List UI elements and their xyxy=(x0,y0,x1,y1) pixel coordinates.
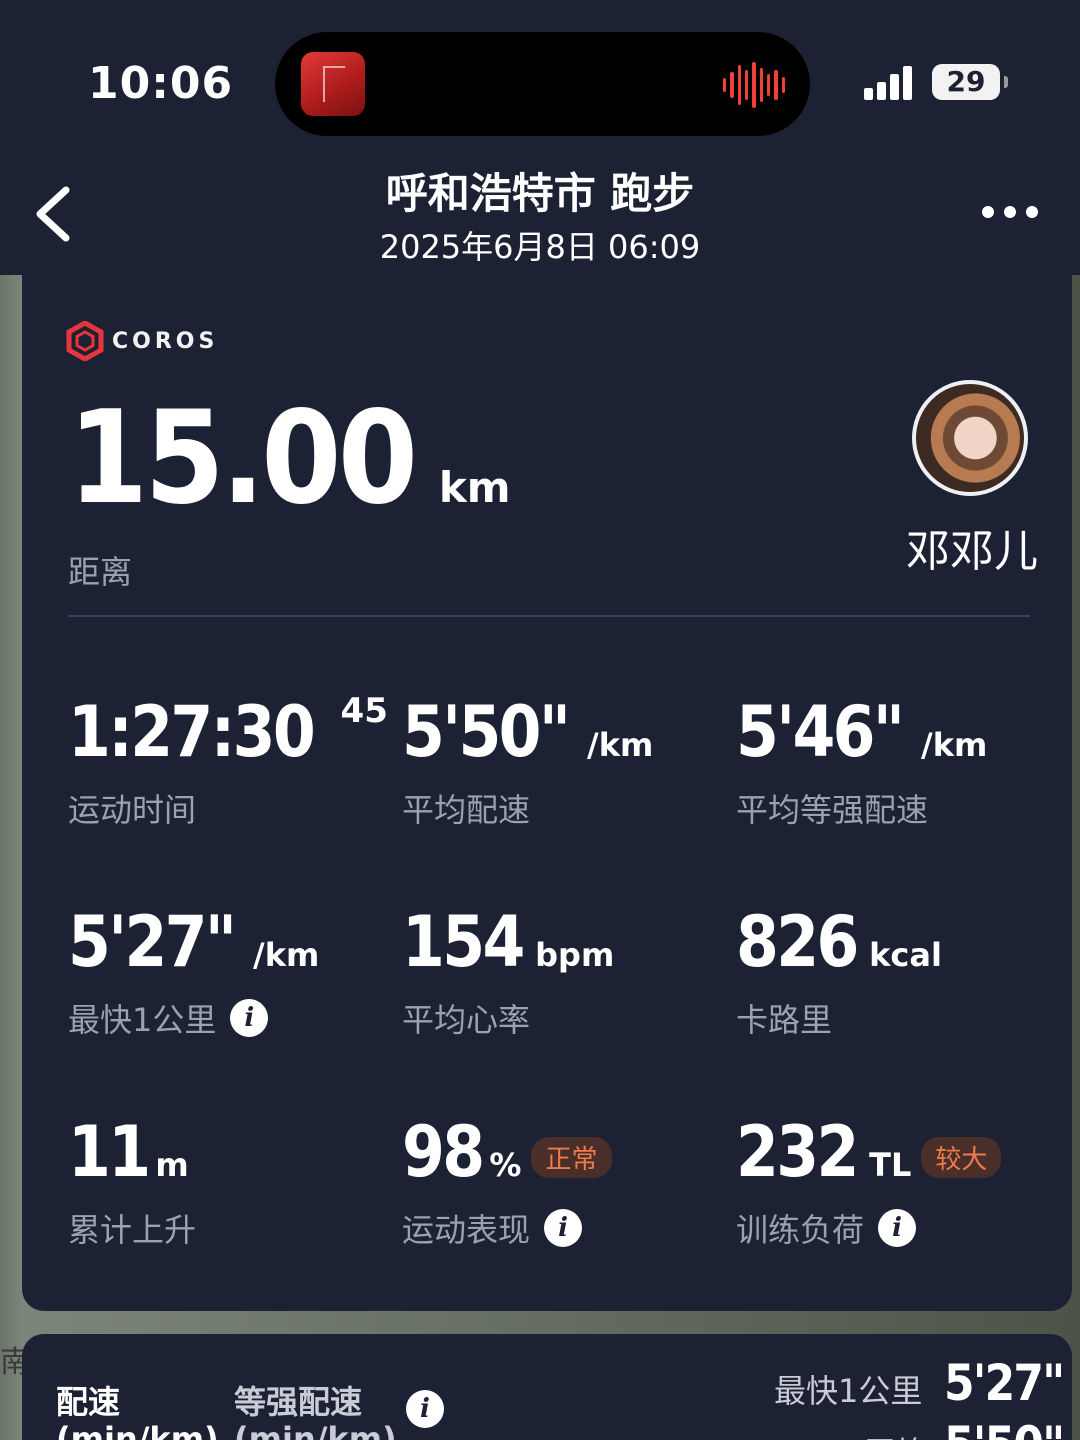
nav-bar: 呼和浩特市 跑步 2025年6月8日 06:09 xyxy=(0,150,1080,275)
distance-label: 距离 xyxy=(68,553,133,591)
brand-name: COROS xyxy=(112,328,219,354)
metric-label: 平均等强配速 xyxy=(736,791,929,829)
activity-datetime: 2025年6月8日 06:09 xyxy=(379,228,701,266)
brand-logo: COROS xyxy=(66,321,218,361)
status-badge: 正常 xyxy=(531,1137,612,1178)
metric-unit: /km xyxy=(921,726,988,764)
screen: 南 10:06 29 呼和浩特市 跑步 2025年6月8日 06:09 CORO… xyxy=(0,0,1080,1440)
metric-label: 累计上升 xyxy=(68,1211,197,1249)
status-badge: 较大 xyxy=(921,1137,1002,1178)
fastest-km-label: 最快1公里 xyxy=(774,1372,923,1410)
now-playing-artwork[interactable] xyxy=(301,52,365,116)
metric-label: 平均心率 xyxy=(402,1001,531,1039)
metric-value: 154 xyxy=(402,901,525,983)
distance-unit: km xyxy=(438,463,511,512)
metric-value: 11 xyxy=(68,1111,151,1193)
metric-duration: 1:27:30 45 运动时间 xyxy=(68,691,388,831)
activity-summary-card: COROS 15.00 km 距离 邓邓儿 1:27:30 45 运动时间 5'… xyxy=(22,275,1072,1311)
metric-avg-pace: 5'50" /km 平均配速 xyxy=(402,697,653,831)
info-icon[interactable]: i xyxy=(406,1390,444,1428)
info-icon[interactable]: i xyxy=(230,999,269,1037)
info-icon[interactable]: i xyxy=(544,1209,583,1247)
divider xyxy=(68,615,1030,617)
metric-fastest-km: 5'27" /km 最快1公里 i xyxy=(68,907,319,1041)
grade-adjusted-pace-legend[interactable]: 等强配速 (min/km) xyxy=(234,1384,397,1440)
metric-unit: m xyxy=(155,1146,189,1184)
metric-value: 232 xyxy=(736,1111,859,1193)
metric-value: 5'27" xyxy=(68,901,237,983)
coros-logo-icon xyxy=(66,321,104,361)
metric-calories: 826 kcal 卡路里 xyxy=(736,907,942,1041)
metric-label: 卡路里 xyxy=(736,1001,833,1039)
average-pace-value: 5'50" xyxy=(944,1416,1065,1440)
metric-elevation-gain: 11 m 累计上升 xyxy=(68,1117,196,1251)
metric-training-load: 232 TL 较大 训练负荷 i xyxy=(736,1111,1002,1251)
metric-label: 训练负荷 xyxy=(736,1211,865,1249)
avatar[interactable] xyxy=(912,380,1028,496)
cellular-signal-icon xyxy=(864,66,916,100)
info-icon[interactable]: i xyxy=(878,1209,917,1247)
metric-label: 运动表现 xyxy=(402,1211,531,1249)
metric-unit: /km xyxy=(253,936,320,974)
metric-unit: bpm xyxy=(535,936,615,974)
metric-avg-heart-rate: 154 bpm 平均心率 xyxy=(402,907,614,1041)
distance-value-row: 15.00 km xyxy=(68,395,511,523)
status-time: 10:06 xyxy=(88,58,234,109)
audio-waveform-icon xyxy=(723,62,785,108)
metric-avg-grade-adjusted-pace: 5'46" /km 平均等强配速 xyxy=(736,697,987,831)
metric-unit: % xyxy=(489,1146,522,1184)
grade-adjusted-pace-unit: (min/km) xyxy=(234,1419,397,1440)
dynamic-island[interactable] xyxy=(275,32,810,136)
metric-value: 826 xyxy=(736,901,859,983)
username: 邓邓儿 xyxy=(906,526,1038,577)
metric-unit: /km xyxy=(587,726,654,764)
grade-adjusted-pace-label: 等强配速 xyxy=(234,1383,363,1421)
metric-value: 1:27:30 xyxy=(68,691,316,773)
pace-legend-unit: (min/km) xyxy=(56,1419,219,1440)
metric-unit: kcal xyxy=(869,936,942,974)
battery-icon: 29 xyxy=(932,64,1008,100)
status-bar: 10:06 29 xyxy=(0,0,1080,150)
metric-value: 98 xyxy=(402,1111,485,1193)
pace-legend-label: 配速 xyxy=(56,1383,121,1421)
metric-value: 5'46" xyxy=(736,691,905,773)
distance-value: 15.00 xyxy=(68,384,418,533)
metric-performance: 98 % 正常 运动表现 i xyxy=(402,1117,612,1251)
metric-label: 运动时间 xyxy=(68,791,197,829)
metric-hundredths: 45 xyxy=(340,691,388,731)
pace-section-card: 配速 (min/km) 等强配速 (min/km) i 最快1公里 5'27" … xyxy=(22,1334,1072,1440)
metric-label: 最快1公里 xyxy=(68,1001,217,1039)
metric-label: 平均配速 xyxy=(402,791,531,829)
average-pace-label: 平均 xyxy=(864,1428,928,1440)
metric-unit: TL xyxy=(869,1146,912,1184)
fastest-km-value: 5'27" xyxy=(944,1354,1065,1412)
page-title: 呼和浩特市 跑步 xyxy=(385,169,695,218)
metric-value: 5'50" xyxy=(402,691,571,773)
pace-legend[interactable]: 配速 (min/km) xyxy=(56,1384,219,1440)
more-horizontal-icon[interactable] xyxy=(982,206,1038,222)
